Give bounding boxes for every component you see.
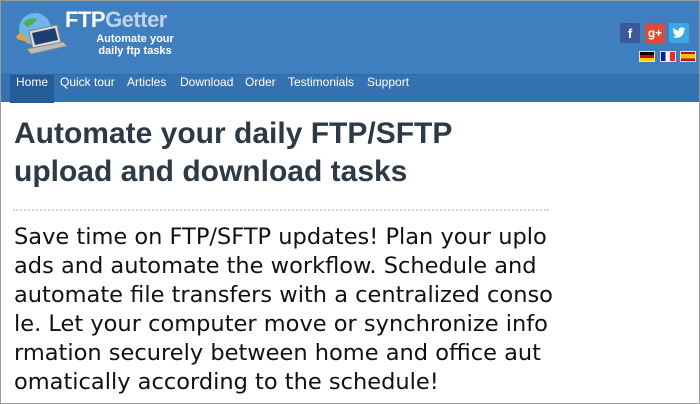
- dotted-divider: [13, 209, 549, 211]
- brand-prefix: FTP: [65, 7, 106, 32]
- page-title-line-1: Automate your daily FTP/SFTP: [14, 117, 453, 150]
- laptop-globe-icon[interactable]: [13, 9, 69, 55]
- brand-logo-text[interactable]: FTPGetter: [65, 7, 167, 33]
- browser-viewport: FTPGetter Automate your daily ftp tasks …: [0, 0, 700, 404]
- nav-order[interactable]: Order: [239, 75, 282, 103]
- tagline-line-1: Automate your: [96, 33, 174, 45]
- main-content: Automate your daily FTP/SFTP upload and …: [1, 103, 699, 403]
- nav-home[interactable]: Home: [10, 75, 55, 103]
- french-flag-icon[interactable]: [660, 51, 676, 62]
- google-plus-glyph: g+: [647, 26, 663, 40]
- facebook-icon[interactable]: f: [620, 23, 640, 43]
- twitter-icon[interactable]: [669, 23, 689, 43]
- tagline: Automate your daily ftp tasks: [75, 33, 195, 57]
- main-nav: Home Quick tour Articles Download Order …: [1, 74, 699, 103]
- nav-articles[interactable]: Articles: [121, 75, 172, 103]
- page-title-line-2: upload and download tasks: [14, 155, 408, 188]
- german-flag-icon[interactable]: [639, 51, 655, 62]
- tagline-line-2: daily ftp tasks: [98, 45, 172, 57]
- twitter-bird-icon: [672, 27, 686, 38]
- nav-quick-tour[interactable]: Quick tour: [54, 75, 121, 103]
- brand-suffix: Getter: [105, 7, 167, 32]
- nav-testimonials[interactable]: Testimonials: [282, 75, 360, 103]
- nav-download[interactable]: Download: [174, 75, 239, 103]
- nav-support[interactable]: Support: [361, 75, 415, 103]
- lead-paragraph: Save time on FTP/SFTP updates! Plan your…: [14, 224, 553, 395]
- google-plus-icon[interactable]: g+: [645, 23, 665, 43]
- spanish-flag-icon[interactable]: [680, 51, 696, 62]
- site-header: FTPGetter Automate your daily ftp tasks …: [1, 1, 699, 74]
- page-title: Automate your daily FTP/SFTP upload and …: [14, 115, 574, 191]
- facebook-glyph: f: [627, 25, 633, 41]
